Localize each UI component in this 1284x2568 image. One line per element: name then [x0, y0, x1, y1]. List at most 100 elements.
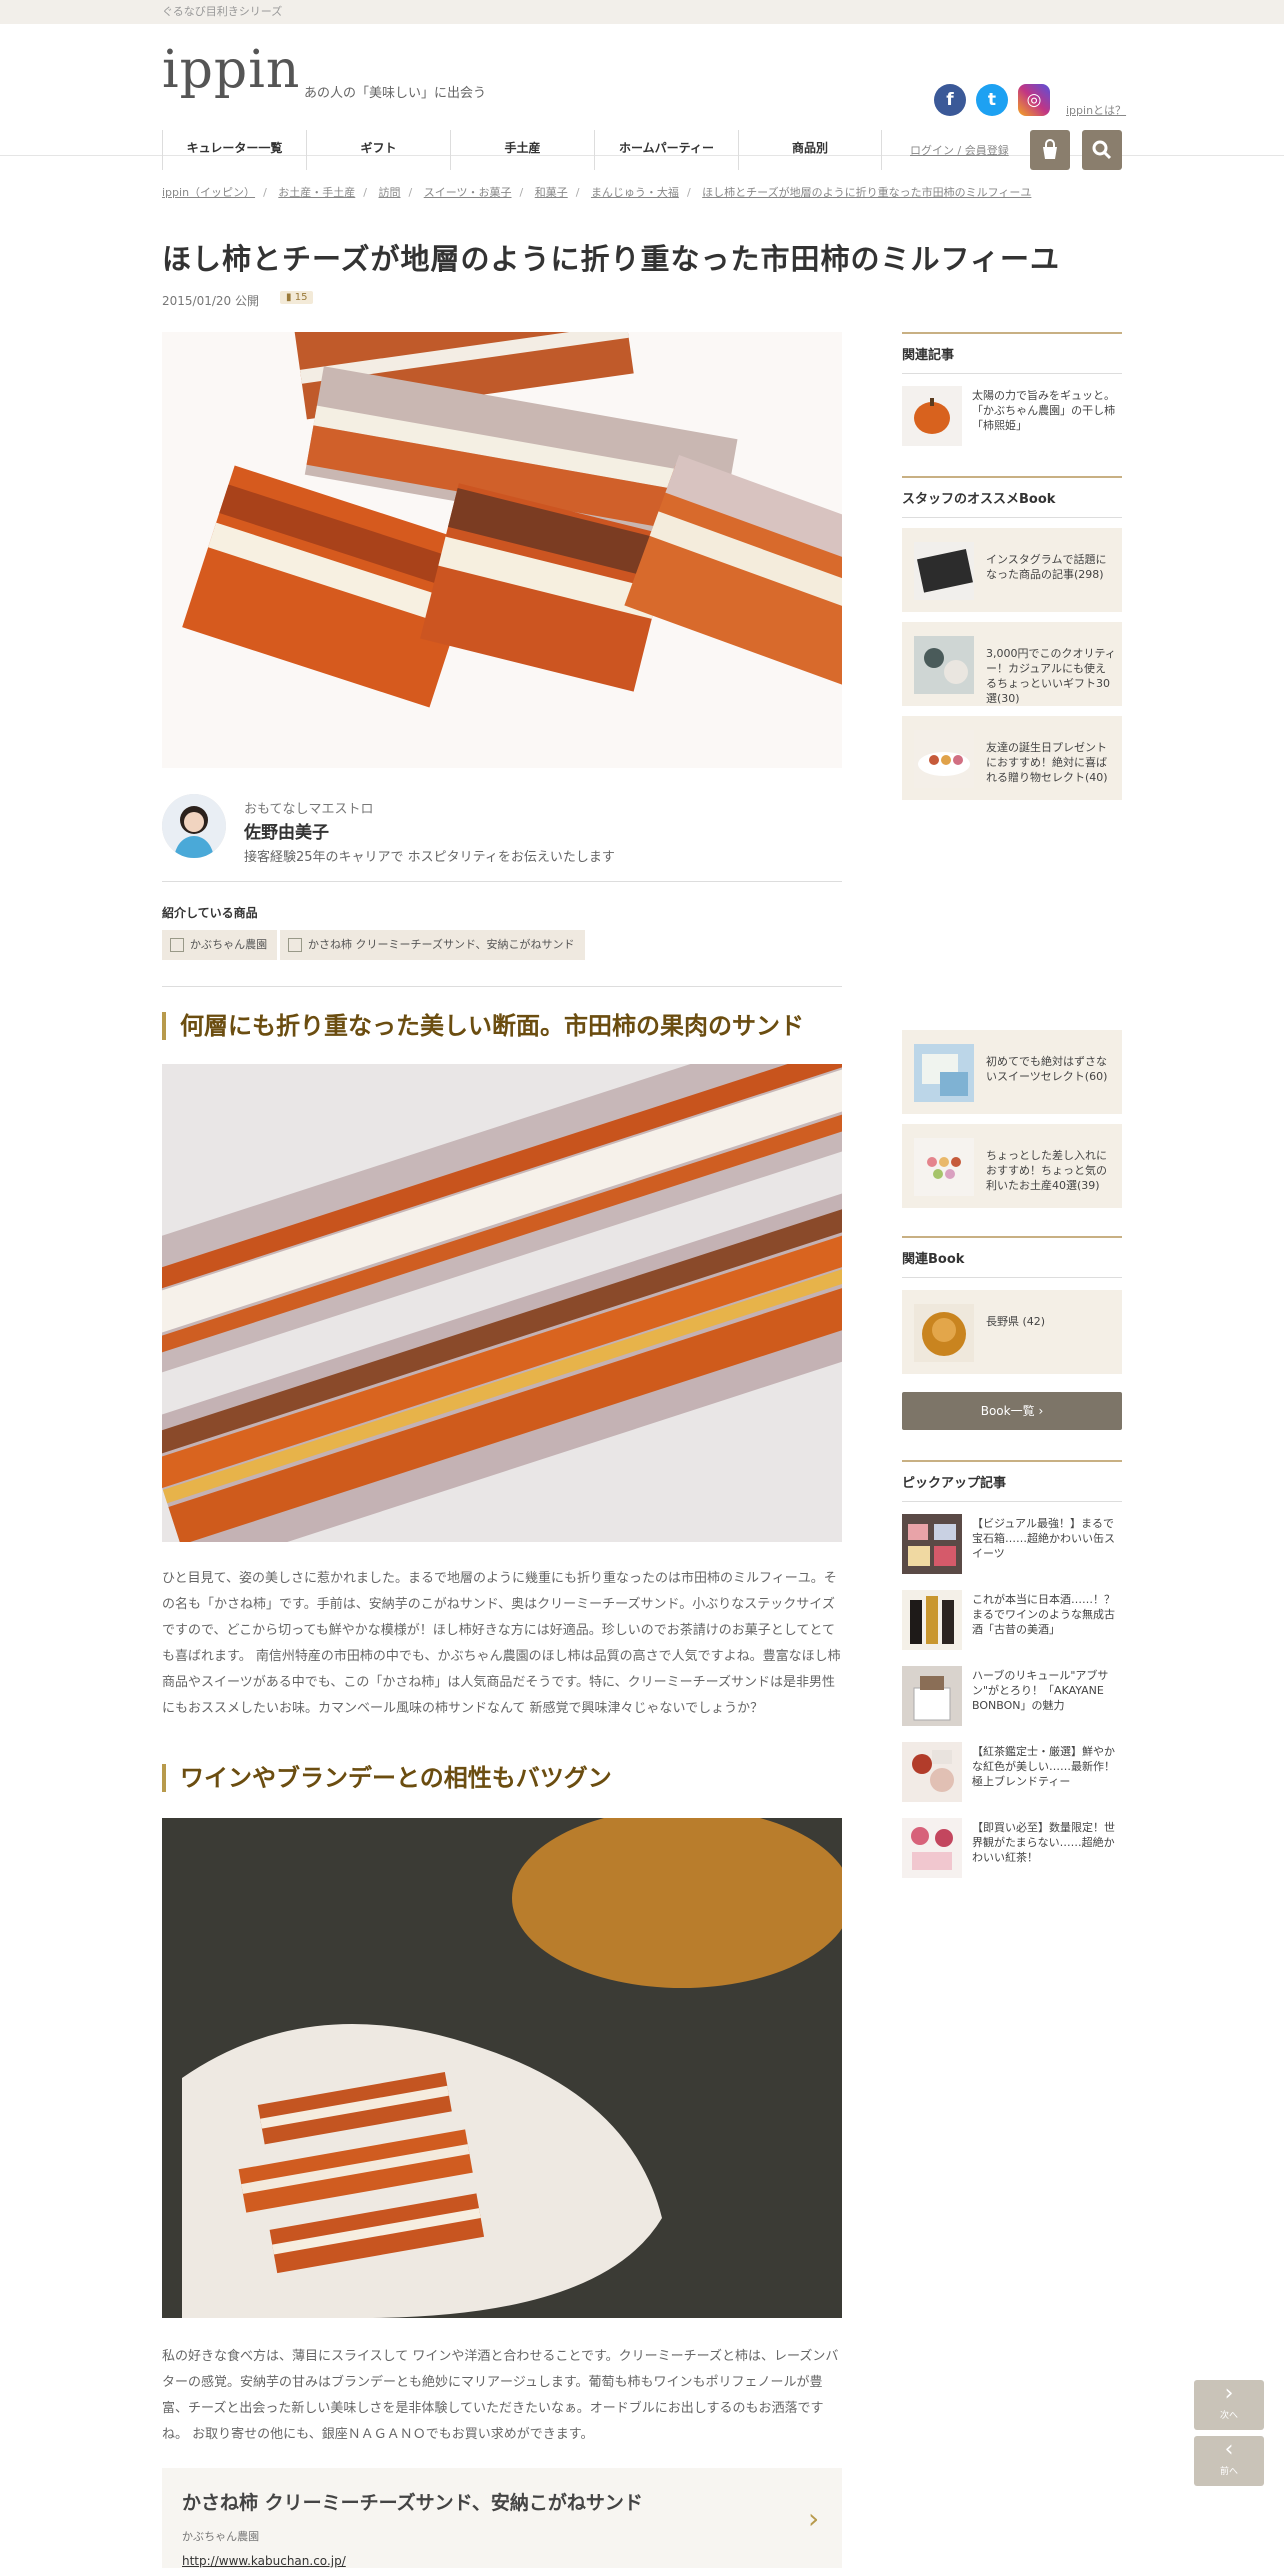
product-vendor: かぶちゃん農園 — [182, 2530, 260, 2543]
pickup-heading: ピックアップ記事 — [902, 1460, 1122, 1502]
staff-books-heading: スタッフのオススメBook — [902, 476, 1122, 518]
nav-home-party[interactable]: ホームパーティー — [594, 130, 738, 170]
pickup-thumbnail — [902, 1742, 962, 1802]
nav-curators[interactable]: キュレーター一覧 — [162, 130, 306, 170]
product-tag-label: かぶちゃん農園 — [190, 938, 268, 951]
login-link[interactable]: ログイン / 会員登録 — [910, 142, 1009, 158]
book-thumbnail — [914, 1304, 974, 1362]
breadcrumb-item[interactable]: ほし柿とチーズが地層のように折り重なった市田柿のミルフィーユ — [702, 186, 1031, 199]
section-paragraph: ひと目見て、姿の美しさに惹かれました。まるで地層のように幾重にも折り重なったのは… — [162, 1571, 841, 1716]
book-list-button[interactable]: Book一覧 › — [902, 1392, 1122, 1430]
staff-book-item[interactable]: ちょっとした差し入れにおすすめ！ちょっと気の利いたお土産40選(39) — [902, 1124, 1122, 1208]
book-title: 長野県 (42) — [986, 1315, 1046, 1328]
product-tag-vendor[interactable]: かぶちゃん農園 — [162, 930, 278, 960]
search-icon — [1092, 140, 1112, 160]
breadcrumb-item[interactable]: ippin（イッピン） — [162, 186, 255, 199]
search-button[interactable] — [1082, 130, 1122, 170]
site-tagline: あの人の「美味しい」に出会う — [304, 86, 487, 101]
bookmark-icon: ▮ — [286, 292, 292, 303]
product-title: かさね柿 クリーミーチーズサンド、安納こがねサンド — [182, 2492, 643, 2514]
hero-image — [162, 332, 842, 768]
next-button[interactable]: › 次へ — [1194, 2380, 1264, 2430]
book-thumbnail — [914, 1044, 974, 1102]
next-label: 次へ — [1219, 2411, 1238, 2421]
pickup-thumbnail — [902, 1666, 962, 1726]
cart-button[interactable] — [1030, 130, 1070, 170]
breadcrumb-item[interactable]: スイーツ・お菓子 — [424, 186, 512, 199]
bookmark-count: 15 — [294, 292, 308, 303]
nav-souvenir[interactable]: 手土産 — [450, 130, 594, 170]
nav-gift[interactable]: ギフト — [306, 130, 450, 170]
pickup-thumbnail — [902, 1514, 962, 1574]
author-role: おもてなしマエストロ — [244, 802, 374, 817]
pickup-title: 【即買い必至】数量限定！世界観がたまらない……超絶かわいい紅茶！ — [972, 1821, 1115, 1864]
pickup-article[interactable]: 【紅茶鑑定士・厳選】鮮やかな紅色が美しい……最新作！極上ブレンドティー — [902, 1742, 1122, 1802]
related-title: 太陽の力で旨みをギュッと。「かぶちゃん農園」の干し柿「柿煕姫」 — [972, 389, 1116, 432]
breadcrumb-item[interactable]: まんじゅう・大福 — [591, 186, 679, 199]
chevron-right-icon: › — [1224, 2381, 1234, 2406]
main-nav: キュレーター一覧 ギフト 手土産 ホームパーティー 商品別 — [162, 130, 882, 172]
related-books-heading: 関連Book — [902, 1236, 1122, 1278]
staff-book-item[interactable]: 初めてでも絶対はずさないスイーツセレクト(60) — [902, 1030, 1122, 1114]
book-title: 初めてでも絶対はずさないスイーツセレクト(60) — [986, 1055, 1108, 1083]
divider — [162, 986, 842, 987]
book-title: ちょっとした差し入れにおすすめ！ちょっと気の利いたお土産40選(39) — [986, 1149, 1107, 1192]
pickup-title: 【紅茶鑑定士・厳選】鮮やかな紅色が美しい……最新作！極上ブレンドティー — [972, 1745, 1115, 1788]
chevron-left-icon: ‹ — [1224, 2437, 1234, 2462]
book-title: 友達の誕生日プレゼントにおすすめ！絶対に喜ばれる贈り物セレクト(40) — [986, 741, 1108, 784]
bag-icon — [1043, 139, 1057, 159]
bookmark-badge[interactable]: ▮ 15 — [280, 291, 314, 304]
related-article[interactable]: 太陽の力で旨みをギュッと。「かぶちゃん農園」の干し柿「柿煕姫」 — [902, 386, 1122, 446]
breadcrumb-item[interactable]: お土産・手土産 — [278, 186, 355, 199]
pickup-article[interactable]: 【ビジュアル最強！】まるで宝石箱……超絶かわいい缶スイーツ — [902, 1514, 1122, 1574]
pickup-title: これが本当に日本酒……！？まるでワインのような無成古酒「古昔の美酒」 — [972, 1593, 1115, 1636]
products-heading: 紹介している商品 — [162, 906, 258, 920]
prev-label: 前へ — [1219, 2467, 1238, 2477]
twitter-icon[interactable]: t — [976, 84, 1008, 116]
instagram-icon[interactable]: ◎ — [1018, 84, 1050, 116]
prev-button[interactable]: ‹ 前へ — [1194, 2436, 1264, 2486]
staff-book-item[interactable]: 3,000円でこのクオリティー！カジュアルにも使えるちょっといいギフト30選(3… — [902, 622, 1122, 706]
pickup-article[interactable]: ハーブのリキュール"アブサン"がとろり！「AKAYANE BONBON」の魅力 — [902, 1666, 1122, 1726]
product-url[interactable]: http://www.kabuchan.co.jp/ — [182, 2554, 346, 2568]
chevron-right-icon: › — [808, 2502, 820, 2535]
section-heading: ワインやブランデーとの相性もバツグン — [162, 1764, 612, 1792]
breadcrumb: ippin（イッピン） / お土産・手土産 / 訪問 / スイーツ・お菓子 / 和菓子 /… — [162, 186, 1032, 199]
author-avatar[interactable] — [162, 794, 226, 858]
book-list-label: Book一覧 — [980, 1404, 1035, 1418]
staff-book-item[interactable]: インスタグラムで話題になった商品の記事(298) — [902, 528, 1122, 612]
top-bar: ぐるなび目利きシリーズ — [0, 0, 1284, 24]
pickup-title: 【ビジュアル最強！】まるで宝石箱……超絶かわいい缶スイーツ — [972, 1517, 1115, 1560]
product-tag-item[interactable]: かさね柿 クリーミーチーズサンド、安納こがねサンド — [280, 930, 585, 960]
pickup-thumbnail — [902, 1818, 962, 1878]
book-thumbnail — [914, 636, 974, 694]
pickup-article[interactable]: 【即買い必至】数量限定！世界観がたまらない……超絶かわいい紅茶！ — [902, 1818, 1122, 1878]
shop-icon — [170, 938, 184, 952]
related-heading: 関連記事 — [902, 332, 1122, 374]
author-name[interactable]: 佐野由美子 — [244, 818, 329, 843]
facebook-icon[interactable]: f — [934, 84, 966, 116]
book-thumbnail — [914, 730, 974, 788]
related-book-item[interactable]: 長野県 (42) — [902, 1290, 1122, 1374]
pickup-thumbnail — [902, 1590, 962, 1650]
product-tag-label: かさね柿 クリーミーチーズサンド、安納こがねサンド — [308, 938, 575, 951]
related-thumbnail — [902, 386, 962, 446]
book-thumbnail — [914, 542, 974, 600]
section-paragraph: 私の好きな食べ方は、薄目にスライスして ワインや洋酒と合わせることです。クリーミ… — [162, 2349, 839, 2442]
site-header: ippin あの人の「美味しい」に出会う f t ◎ ippinとは？ キュレー… — [0, 24, 1284, 170]
article-title: ほし柿とチーズが地層のように折り重なった市田柿のミルフィーユ — [162, 242, 1060, 276]
article-image — [162, 1064, 842, 1542]
product-card[interactable]: かさね柿 クリーミーチーズサンド、安納こがねサンド かぶちゃん農園 http:/… — [162, 2468, 842, 2568]
series-label: ぐるなび目利きシリーズ — [162, 5, 283, 18]
breadcrumb-item[interactable]: 訪問 — [379, 186, 401, 199]
breadcrumb-item[interactable]: 和菓子 — [535, 186, 568, 199]
nav-by-product[interactable]: 商品別 — [738, 130, 882, 170]
about-link[interactable]: ippinとは？ — [1066, 102, 1126, 118]
staff-book-item[interactable]: 友達の誕生日プレゼントにおすすめ！絶対に喜ばれる贈り物セレクト(40) — [902, 716, 1122, 800]
divider — [162, 881, 842, 882]
pickup-title: ハーブのリキュール"アブサン"がとろり！「AKAYANE BONBON」の魅力 — [972, 1669, 1109, 1712]
author-description: 接客経験25年のキャリアで ホスピタリティをお伝えいたします — [244, 850, 615, 865]
section-heading: 何層にも折り重なった美しい断面。市田柿の果肉のサンド — [162, 1012, 804, 1040]
site-logo[interactable]: ippin — [162, 40, 300, 100]
pickup-article[interactable]: これが本当に日本酒……！？まるでワインのような無成古酒「古昔の美酒」 — [902, 1590, 1122, 1650]
